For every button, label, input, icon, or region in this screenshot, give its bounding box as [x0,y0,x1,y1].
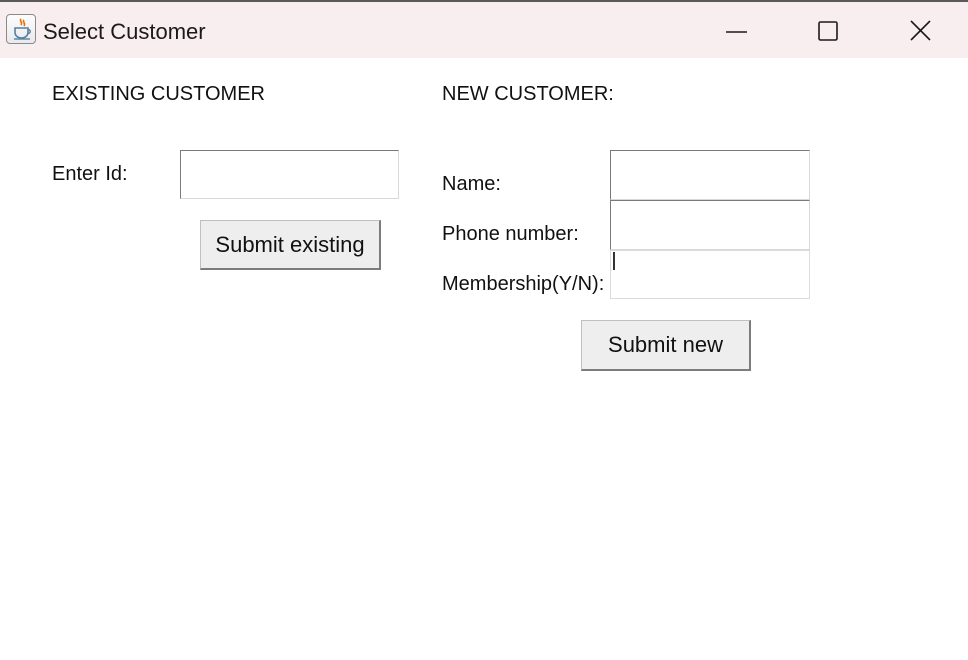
java-coffee-cup-icon[interactable] [6,14,36,44]
text-caret [613,252,615,270]
maximize-button[interactable] [782,4,874,58]
maximize-icon [818,21,838,41]
title-bar[interactable]: Select Customer [0,0,968,58]
new-customer-heading: NEW CUSTOMER: [442,83,614,105]
enter-id-label: Enter Id: [52,163,128,185]
name-label: Name: [442,173,501,195]
phone-number-label: Phone number: [442,223,579,245]
membership-input[interactable] [610,250,810,299]
customer-id-input[interactable] [180,150,399,199]
window-title: Select Customer [43,19,206,44]
membership-label: Membership(Y/N): [442,273,605,295]
existing-customer-heading: EXISTING CUSTOMER [52,83,265,105]
submit-existing-button[interactable]: Submit existing [200,220,381,270]
minimize-icon [726,31,747,33]
close-icon [910,20,931,41]
name-input[interactable] [610,150,810,200]
phone-number-input[interactable] [610,200,810,250]
select-customer-window: Select Customer EXISTING CUSTOMER Enter … [0,0,968,660]
close-button[interactable] [874,4,966,58]
minimize-button[interactable] [690,4,782,58]
submit-new-button[interactable]: Submit new [581,320,751,371]
